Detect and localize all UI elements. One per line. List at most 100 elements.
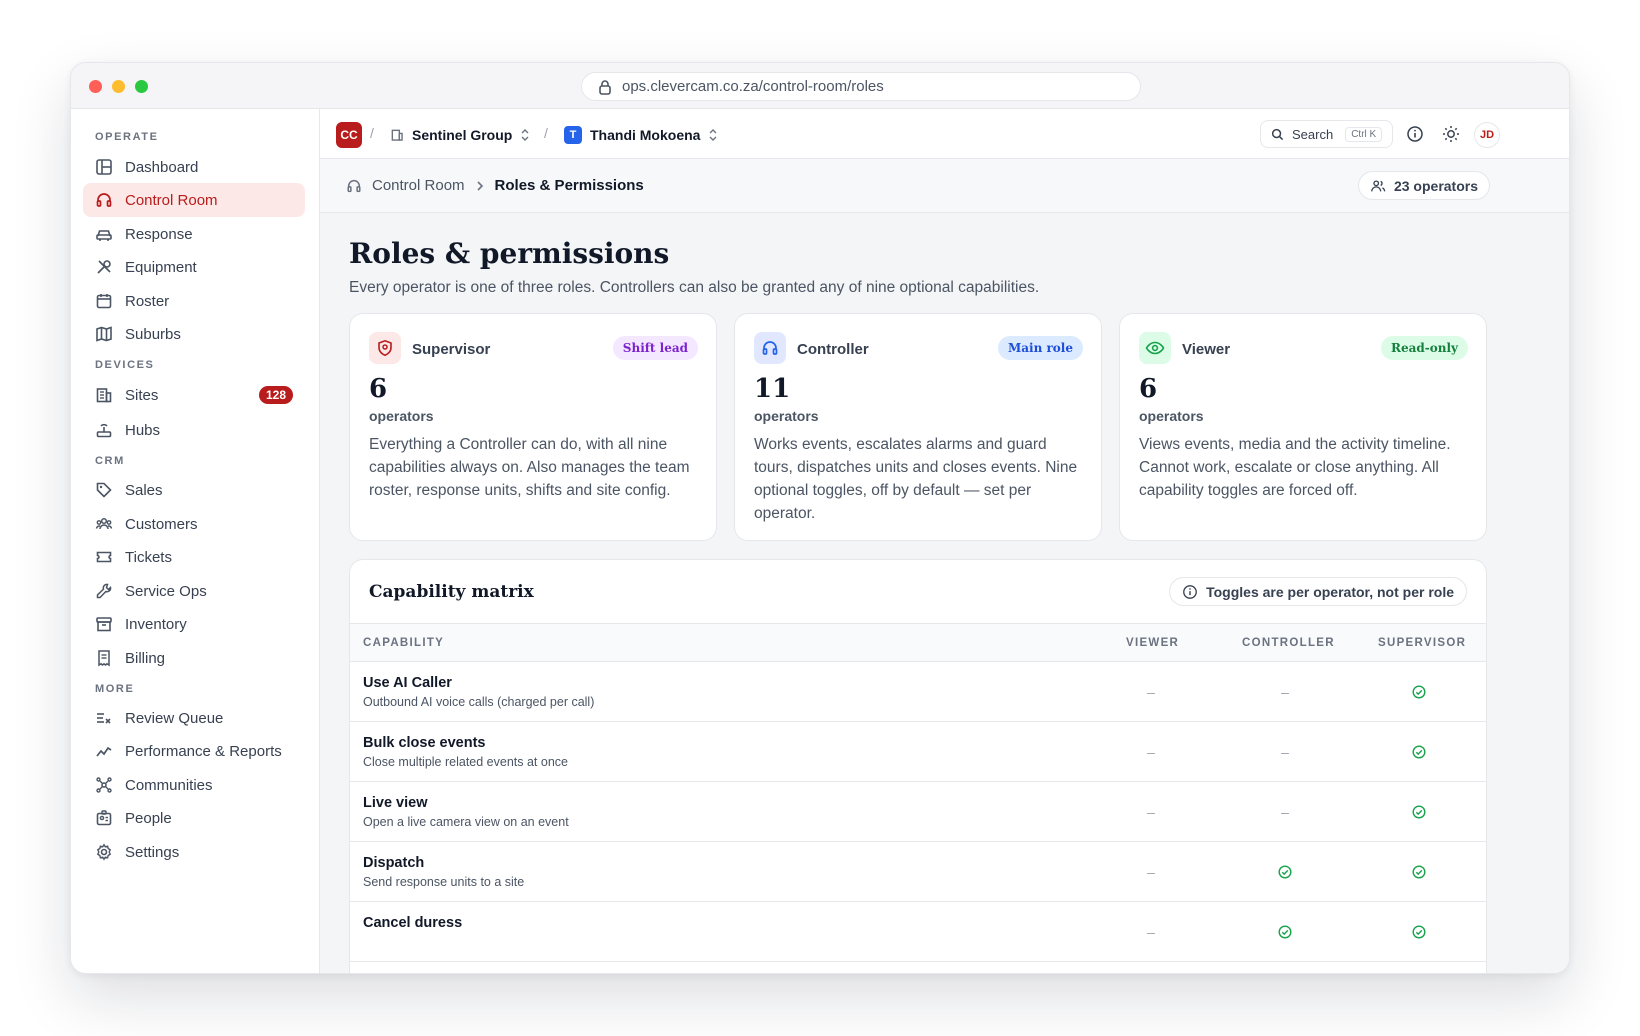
breadcrumb: Control Room Roles & Permissions bbox=[346, 177, 644, 194]
column-header-controller: CONTROLLER bbox=[1242, 637, 1335, 649]
breadcrumb-separator: / bbox=[370, 125, 374, 141]
dash-indicator: – bbox=[1147, 744, 1155, 760]
breadcrumb-separator: / bbox=[544, 125, 548, 141]
capability-title: Cancel duress bbox=[363, 915, 463, 931]
matrix-title: Capability matrix bbox=[369, 582, 534, 602]
breadcrumb-current: Roles & Permissions bbox=[494, 177, 644, 194]
table-row: Dispatch Send response units to a site – bbox=[350, 842, 1486, 902]
sidebar-item-dashboard[interactable]: Dashboard bbox=[83, 150, 305, 184]
info-icon bbox=[1407, 126, 1423, 142]
headset-icon bbox=[96, 193, 112, 207]
sidebar-item-label: Billing bbox=[125, 649, 166, 667]
org-switcher[interactable]: Sentinel Group bbox=[390, 122, 530, 148]
role-name: Viewer bbox=[1182, 341, 1231, 358]
trend-icon bbox=[96, 746, 112, 757]
url-text: ops.clevercam.co.za/control-room/roles bbox=[622, 78, 884, 95]
table-row: Use AI Caller Outbound AI voice calls (ch… bbox=[350, 662, 1486, 722]
list-check-icon bbox=[97, 713, 111, 724]
address-bar[interactable]: ops.clevercam.co.za/control-room/roles bbox=[581, 72, 1141, 101]
role-name: Controller bbox=[797, 341, 869, 358]
archive-icon bbox=[96, 617, 112, 632]
sidebar-item-label: Hubs bbox=[125, 421, 161, 439]
chevron-updown-icon bbox=[709, 129, 717, 141]
layout-icon bbox=[96, 159, 112, 175]
gear-icon bbox=[96, 843, 112, 861]
sidebar-item-sales[interactable]: Sales bbox=[83, 473, 305, 507]
sidebar-item-label: Roster bbox=[125, 292, 170, 310]
app-logo[interactable]: CC bbox=[336, 122, 362, 148]
dash-indicator: – bbox=[1147, 924, 1155, 940]
sidebar-item-roster[interactable]: Roster bbox=[83, 284, 305, 318]
check-circle-icon bbox=[1276, 863, 1294, 881]
sidebar-item-label: Sites bbox=[125, 386, 159, 404]
top-bar: CC / Sentinel Group / T Thandi Mokoena S… bbox=[320, 109, 1569, 159]
capability-title: Use AI Caller bbox=[363, 675, 452, 691]
section-label-devices: DEVICES bbox=[95, 359, 155, 371]
table-row: Bulk close events Close multiple related … bbox=[350, 722, 1486, 782]
building-icon bbox=[96, 388, 112, 403]
search-icon bbox=[1271, 128, 1284, 140]
info-icon bbox=[1183, 584, 1197, 599]
chevron-updown-icon bbox=[521, 129, 529, 141]
users-icon bbox=[95, 517, 113, 530]
tools-icon bbox=[97, 260, 111, 274]
sidebar-item-label: Customers bbox=[125, 515, 198, 533]
theme-toggle-button[interactable] bbox=[1440, 123, 1462, 145]
role-card-supervisor: Supervisor Shift lead 6 operators Everyt… bbox=[349, 313, 717, 541]
role-description: Views events, media and the activity tim… bbox=[1139, 436, 1451, 499]
dash-indicator: – bbox=[1281, 804, 1289, 820]
ticket-icon bbox=[96, 551, 112, 563]
sidebar-item-label: Dashboard bbox=[125, 158, 199, 176]
search-button[interactable]: Search Ctrl K bbox=[1260, 120, 1393, 148]
hub-icon bbox=[96, 423, 112, 438]
sidebar-item-label: Service Ops bbox=[125, 582, 207, 600]
user-switcher[interactable]: T Thandi Mokoena bbox=[564, 122, 718, 148]
sidebar-item-review-queue[interactable]: Review Queue bbox=[83, 701, 305, 735]
account-avatar[interactable]: JD bbox=[1474, 122, 1500, 148]
sidebar-item-control-room[interactable]: Control Room bbox=[83, 183, 305, 217]
sidebar-item-response[interactable]: Response bbox=[83, 217, 305, 251]
sidebar-item-billing[interactable]: Billing bbox=[83, 641, 305, 675]
check-circle-icon bbox=[1410, 923, 1428, 941]
sidebar-item-hubs[interactable]: Hubs bbox=[83, 413, 305, 447]
capability-matrix: Capability matrix Toggles are per operat… bbox=[349, 559, 1487, 973]
sidebar-item-label: Inventory bbox=[125, 615, 187, 633]
sidebar-item-equipment[interactable]: Equipment bbox=[83, 250, 305, 284]
breadcrumb-link-control-room[interactable]: Control Room bbox=[372, 177, 465, 194]
sidebar-item-label: Performance & Reports bbox=[125, 742, 282, 760]
sites-count-badge: 128 bbox=[258, 386, 293, 404]
sidebar-item-performance-reports[interactable]: Performance & Reports bbox=[83, 734, 305, 768]
title-bar: ops.clevercam.co.za/control-room/roles bbox=[71, 63, 1569, 109]
sidebar-item-customers[interactable]: Customers bbox=[83, 507, 305, 541]
sidebar-item-service-ops[interactable]: Service Ops bbox=[83, 574, 305, 608]
sidebar-item-tickets[interactable]: Tickets bbox=[83, 540, 305, 574]
role-tag: Shift lead bbox=[612, 336, 698, 360]
maximize-window-button[interactable] bbox=[135, 80, 148, 93]
sidebar-item-communities[interactable]: Communities bbox=[83, 768, 305, 802]
sidebar-item-label: Review Queue bbox=[125, 709, 224, 727]
sidebar-item-settings[interactable]: Settings bbox=[83, 835, 305, 869]
user-avatar-initial: T bbox=[564, 126, 582, 144]
sun-icon bbox=[1443, 126, 1459, 142]
capability-description: Close multiple related events at once bbox=[363, 755, 568, 769]
operators-count-pill[interactable]: 23 operators bbox=[1358, 171, 1490, 200]
minimize-window-button[interactable] bbox=[112, 80, 125, 93]
info-button[interactable] bbox=[1404, 123, 1426, 145]
sidebar-item-label: Response bbox=[125, 225, 193, 243]
map-icon bbox=[96, 326, 112, 342]
receipt-icon bbox=[98, 650, 110, 667]
sidebar-item-suburbs[interactable]: Suburbs bbox=[83, 317, 305, 351]
column-header-viewer: VIEWER bbox=[1126, 637, 1180, 649]
sidebar-item-label: Tickets bbox=[125, 548, 172, 566]
headset-icon bbox=[754, 332, 786, 364]
org-name: Sentinel Group bbox=[412, 127, 513, 143]
sidebar-item-label: Suburbs bbox=[125, 325, 181, 343]
sidebar-item-sites[interactable]: Sites 128 bbox=[83, 378, 305, 412]
sidebar-item-people[interactable]: People bbox=[83, 801, 305, 835]
section-label-crm: CRM bbox=[95, 455, 125, 467]
close-window-button[interactable] bbox=[89, 80, 102, 93]
check-circle-icon bbox=[1410, 683, 1428, 701]
wrench-icon bbox=[96, 583, 112, 599]
matrix-header: CAPABILITY VIEWER CONTROLLER SUPERVISOR bbox=[350, 623, 1486, 662]
sidebar-item-inventory[interactable]: Inventory bbox=[83, 607, 305, 641]
